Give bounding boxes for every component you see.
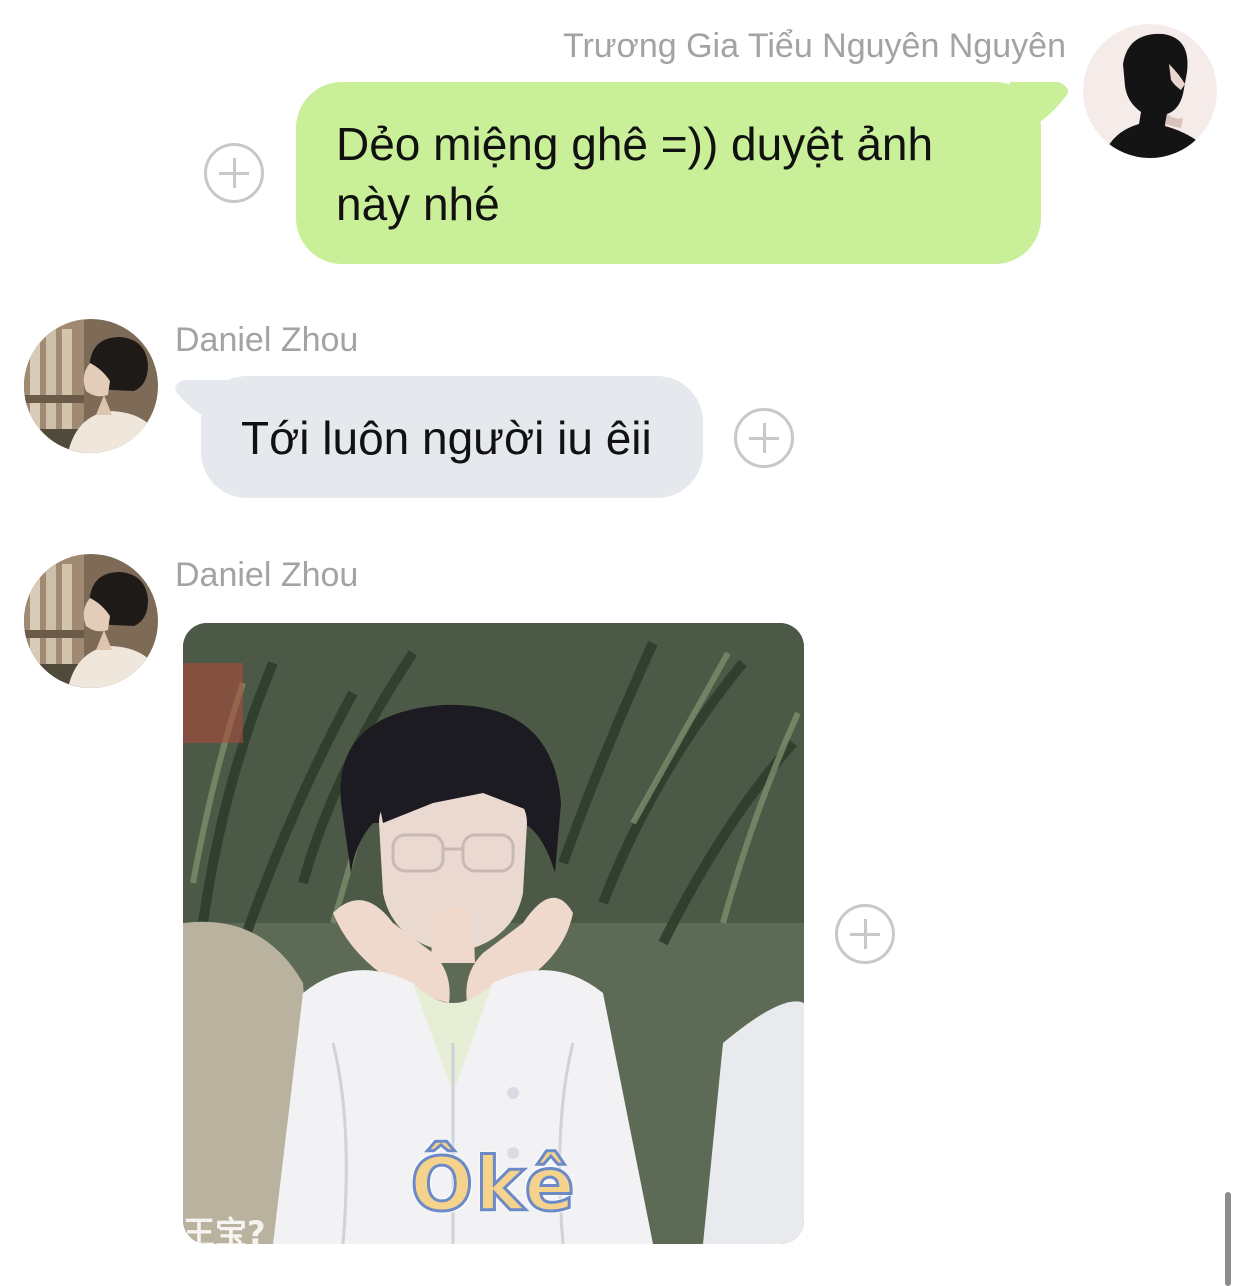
bubble-tail (1010, 82, 1069, 138)
sticker-caption: Ôkê (409, 1141, 577, 1230)
avatar[interactable] (24, 554, 158, 688)
add-reaction-button[interactable] (835, 904, 895, 964)
sticker-image[interactable]: 王宝? Ôkê (183, 623, 804, 1244)
sender-name: Trương Gia Tiểu Nguyên Nguyên (562, 27, 1066, 65)
message-text: Tới luôn người iu êii (241, 412, 652, 464)
chat-view: Trương Gia Tiểu Nguyên Nguyên Dẻo miệng … (0, 0, 1242, 1286)
avatar[interactable] (24, 319, 158, 453)
message-text-line: này nhé (336, 178, 500, 230)
scrollbar[interactable] (1225, 1192, 1231, 1286)
message-text-line: Dẻo miệng ghê =)) duyệt ảnh (336, 118, 934, 170)
sender-name: Daniel Zhou (175, 321, 359, 359)
add-reaction-button[interactable] (734, 408, 794, 468)
sender-name: Daniel Zhou (175, 556, 359, 594)
message-bubble[interactable]: Tới luôn người iu êii (201, 376, 703, 498)
add-reaction-button[interactable] (204, 143, 264, 203)
message-bubble[interactable]: Dẻo miệng ghê =)) duyệt ảnh này nhé (296, 82, 1041, 264)
avatar[interactable] (1083, 24, 1217, 158)
